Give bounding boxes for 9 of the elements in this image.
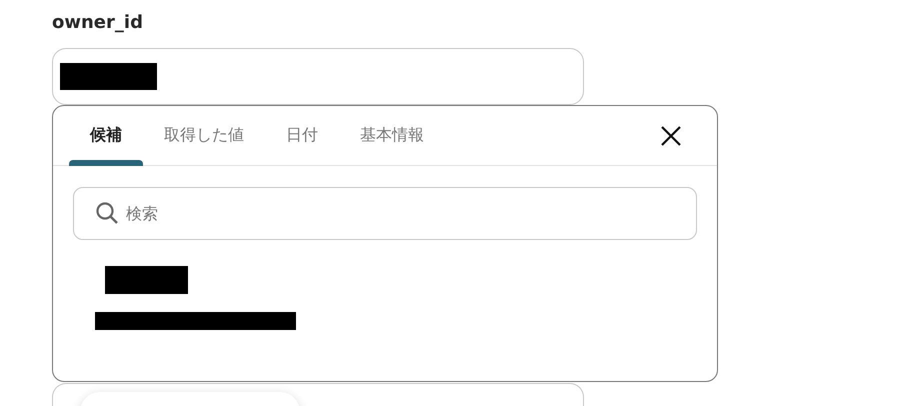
close-icon[interactable] [659,124,683,148]
field-label: owner_id [52,11,143,35]
tab[interactable]: 日付 [265,106,339,165]
tab[interactable]: 取得した値 [143,106,265,165]
search-icon [95,201,119,225]
search-field[interactable]: 検索 [73,187,697,240]
input-field[interactable] [52,48,584,105]
tab[interactable]: 基本情報 [339,106,445,165]
tab[interactable]: 候補 [69,106,143,165]
